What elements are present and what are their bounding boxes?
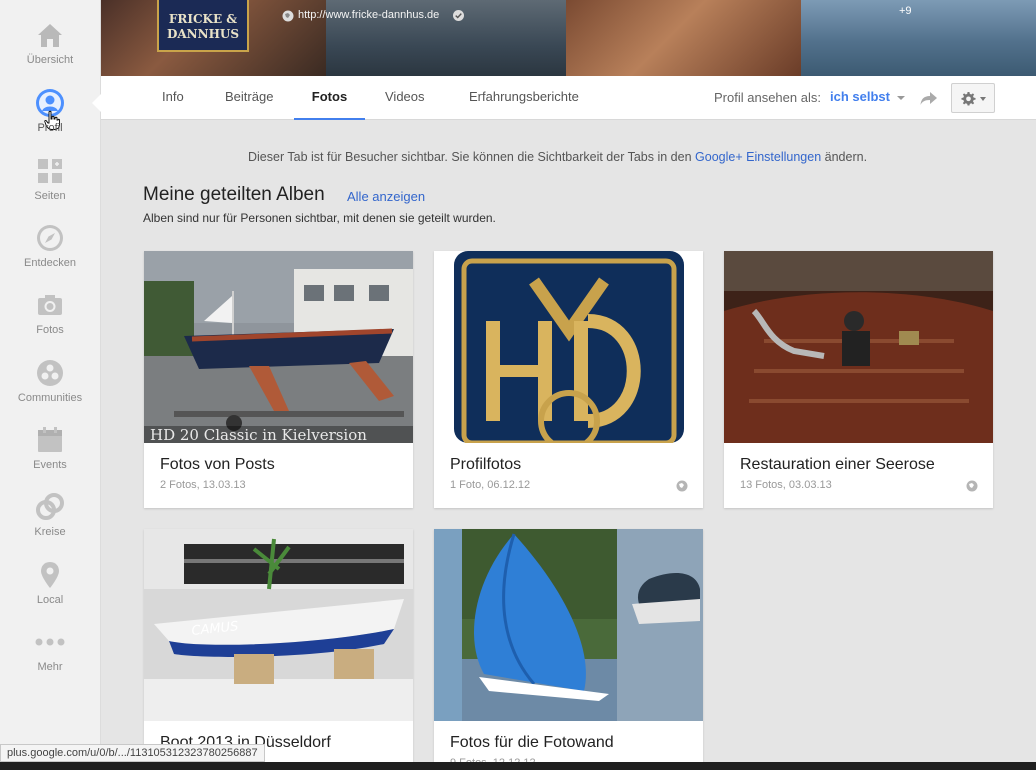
nav-item-circles[interactable]: Kreise xyxy=(0,492,100,558)
more-photos-count[interactable]: +9 xyxy=(899,5,912,17)
nav-item-communities[interactable]: Communities xyxy=(0,358,100,424)
boat-show-photo: CAMUS xyxy=(144,529,413,721)
tab-reviews[interactable]: Erfahrungsberichte xyxy=(469,76,579,120)
show-all-link[interactable]: Alle anzeigen xyxy=(347,189,425,204)
location-pin-icon xyxy=(41,562,59,588)
album-card-profile-photos[interactable]: Profilfotos 1 Foto, 06.12.12 xyxy=(434,251,703,508)
calendar-icon xyxy=(38,427,62,452)
album-title: Fotos von Posts xyxy=(160,456,275,473)
view-as-label: Profil ansehen als: xyxy=(714,90,821,105)
circles-icon xyxy=(36,493,64,520)
nav-item-photos[interactable]: Fotos xyxy=(0,290,100,356)
album-cover-photo xyxy=(434,251,703,443)
more-dots-icon xyxy=(35,638,65,646)
share-icon[interactable] xyxy=(919,88,939,108)
cover-image xyxy=(801,0,1036,76)
google-plus-settings-link[interactable]: Google+ Einstellungen xyxy=(695,150,821,164)
nav-item-pages[interactable]: Seiten xyxy=(0,156,100,222)
album-cover-photo: CAMUS xyxy=(144,529,413,721)
browser-status-bar: plus.google.com/u/0/b/.../11310531232378… xyxy=(0,744,265,762)
boat-restoration-photo xyxy=(724,251,993,443)
verified-check-icon xyxy=(453,10,464,21)
tab-photos[interactable]: Fotos xyxy=(294,76,365,120)
album-meta: 2 Fotos, 13.03.13 xyxy=(160,479,246,491)
chevron-down-icon xyxy=(980,97,986,101)
photo-overlay-text: HD 20 Classic in Kielversion xyxy=(150,426,367,443)
tab-posts[interactable]: Beiträge xyxy=(225,76,273,120)
sailboat-photo: HD 20 Classic in Kielversion xyxy=(144,251,413,443)
globe-icon xyxy=(966,480,978,492)
nav-item-more[interactable]: Mehr xyxy=(0,627,100,693)
album-cover-photo: HD 20 Classic in Kielversion xyxy=(144,251,413,443)
nav-item-label: Fotos xyxy=(36,324,64,336)
tab-videos[interactable]: Videos xyxy=(385,76,425,120)
visibility-notice: Dieser Tab ist für Besucher sichtbar. Si… xyxy=(248,150,868,164)
album-meta: 13 Fotos, 03.03.13 xyxy=(740,479,832,491)
nav-item-overview[interactable]: Übersicht xyxy=(0,20,100,86)
nav-item-label: Kreise xyxy=(34,526,66,538)
album-card-restoration[interactable]: Restauration einer Seerose 13 Fotos, 03.… xyxy=(724,251,993,508)
cover-image xyxy=(566,0,801,76)
nav-item-profile[interactable]: Profil xyxy=(0,88,100,154)
nav-item-label: Seiten xyxy=(34,190,66,202)
gear-icon xyxy=(961,91,976,106)
nav-item-explore[interactable]: Entdecken xyxy=(0,223,100,289)
tab-info[interactable]: Info xyxy=(162,76,184,120)
album-cover-photo xyxy=(724,251,993,443)
nav-item-label: Local xyxy=(36,594,64,606)
pages-icon xyxy=(38,159,62,183)
nav-item-label: Übersicht xyxy=(26,54,74,66)
album-card-fotowand[interactable]: Fotos für die Fotowand 9 Fotos, 12.12.12 xyxy=(434,529,703,770)
left-navigation: Übersicht Profil Seiten Entdecken Fotos … xyxy=(0,0,101,770)
album-card-posts[interactable]: HD 20 Classic in Kielversion Fotos von P… xyxy=(144,251,413,508)
profile-tab-bar: Info Beiträge Fotos Videos Erfahrungsber… xyxy=(101,76,1036,120)
window-bottom-edge xyxy=(0,762,1036,770)
nav-item-label: Entdecken xyxy=(24,257,76,269)
explore-icon xyxy=(37,225,63,251)
settings-button[interactable] xyxy=(951,83,995,113)
hd-logo-photo xyxy=(434,251,703,443)
shared-albums-heading: Meine geteilten Alben xyxy=(143,184,325,205)
nav-item-label: Mehr xyxy=(37,661,63,673)
chevron-down-icon xyxy=(897,96,905,100)
home-icon xyxy=(38,24,62,47)
spinnaker-photo xyxy=(434,529,703,721)
view-as-dropdown[interactable]: ich selbst xyxy=(830,89,890,104)
cover-photo-strip[interactable]: FRICKE & DANNHUS http://www.fricke-dannh… xyxy=(101,0,1036,76)
album-title: Restauration einer Seerose xyxy=(740,456,935,473)
company-logo: FRICKE & DANNHUS xyxy=(157,0,249,52)
nav-item-label: Profil xyxy=(37,122,63,134)
website-link[interactable]: http://www.fricke-dannhus.de xyxy=(298,9,439,21)
nav-item-label: Events xyxy=(33,459,67,471)
album-cover-photo xyxy=(434,529,703,721)
globe-icon xyxy=(282,10,294,22)
album-title: Fotos für die Fotowand xyxy=(450,734,614,751)
album-title: Profilfotos xyxy=(450,456,522,473)
album-meta: 1 Foto, 06.12.12 xyxy=(450,479,531,491)
album-card-boot-2013[interactable]: CAMUS Boot 2013 in Düsseldorf xyxy=(144,529,413,770)
nav-item-events[interactable]: Events xyxy=(0,425,100,491)
nav-item-label: Communities xyxy=(17,392,83,404)
camera-icon xyxy=(38,295,62,315)
globe-icon xyxy=(676,480,688,492)
nav-item-local[interactable]: Local xyxy=(0,560,100,626)
communities-icon xyxy=(37,360,63,386)
shared-albums-subtitle: Alben sind nur für Personen sichtbar, mi… xyxy=(143,211,496,225)
